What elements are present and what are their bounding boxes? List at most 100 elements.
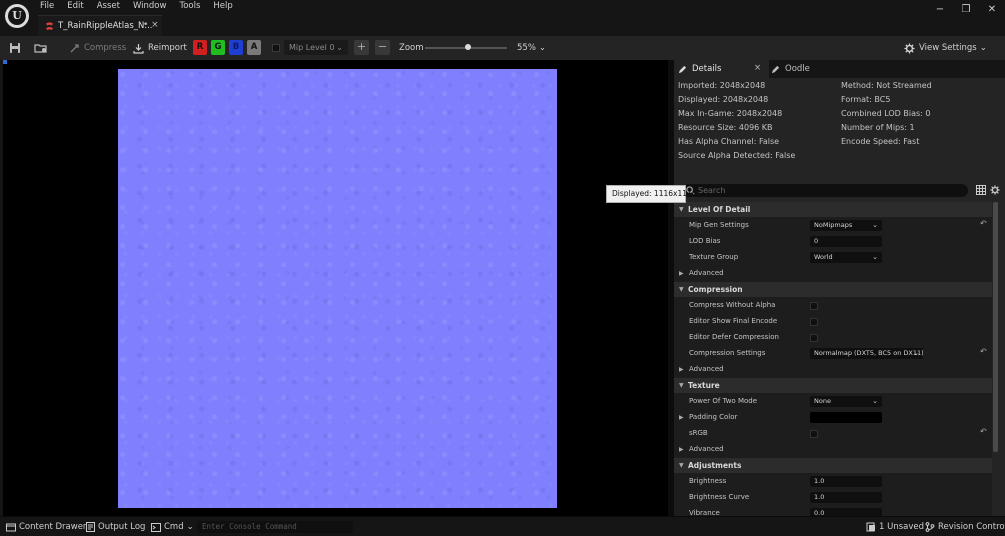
menu-asset[interactable]: Asset: [97, 1, 127, 13]
unsaved-button[interactable]: 1 Unsaved: [866, 517, 924, 536]
tab-details[interactable]: Details ×: [674, 60, 769, 78]
console-command-input[interactable]: Enter Console Command: [197, 521, 353, 533]
brightness-curve-input[interactable]: 1.0: [810, 492, 882, 503]
viewport-focus-marker: [3, 60, 7, 64]
property-lod-bias: LOD Bias 0: [674, 234, 992, 249]
red-channel-toggle[interactable]: R: [193, 40, 207, 55]
texture-group-select[interactable]: World ⌄: [810, 252, 882, 263]
collapse-arrow-icon: ▼: [679, 462, 684, 469]
tab-oodle[interactable]: Oodle: [771, 60, 810, 78]
alpha-channel-toggle[interactable]: A: [247, 40, 261, 55]
green-channel-toggle[interactable]: G: [211, 40, 225, 55]
minimize-button[interactable]: −: [927, 0, 953, 20]
output-log-icon: [86, 522, 95, 532]
menu-help[interactable]: Help: [213, 1, 239, 13]
revision-control-button[interactable]: Revision Control: [925, 517, 1005, 536]
document-tab[interactable]: T_RainRippleAtlas_N... • ×: [38, 15, 162, 36]
compression-settings-select[interactable]: Normalmap (DXT5, BC5 on DX11) ⌄: [810, 348, 923, 359]
property-list: ▼ Level Of Detail Mip Gen Settings NoMip…: [674, 202, 992, 516]
defer-compression-checkbox[interactable]: [810, 334, 818, 342]
srgb-checkbox[interactable]: [810, 430, 818, 438]
property-vibrance: Vibrance 0.0: [674, 506, 992, 516]
info-source-alpha: Source Alpha Detected: False: [678, 151, 796, 160]
table-view-icon[interactable]: [976, 185, 986, 195]
view-settings-button[interactable]: View Settings ⌄: [904, 36, 987, 60]
expand-arrow-icon[interactable]: ▶: [679, 410, 684, 425]
mip-increase-button[interactable]: +: [354, 40, 369, 55]
property-editor-show-final-encode: Editor Show Final Encode: [674, 314, 992, 329]
category-texture[interactable]: ▼ Texture: [674, 378, 992, 393]
zoom-value-dropdown[interactable]: 55% ⌄: [517, 36, 546, 60]
zoom-label: Zoom: [399, 43, 424, 53]
restore-button[interactable]: ❐: [953, 0, 979, 20]
property-brightness: Brightness 1.0: [674, 474, 992, 489]
content-drawer-button[interactable]: Content Drawer: [6, 517, 86, 536]
browse-asset-button[interactable]: [34, 36, 48, 60]
show-final-encode-checkbox[interactable]: [810, 318, 818, 326]
info-has-alpha: Has Alpha Channel: False: [678, 137, 780, 146]
info-max-ingame: Max In-Game: 2048x2048: [678, 109, 783, 118]
compress-without-alpha-checkbox[interactable]: [810, 302, 818, 310]
displayed-size-tooltip: Displayed: 1116x1116: [606, 185, 697, 203]
pencil-icon: [771, 65, 780, 73]
details-panel: Details × Oodle Imported: 2048x2048 Disp…: [674, 60, 1005, 516]
menu-tools[interactable]: Tools: [179, 1, 207, 13]
info-resource-size: Resource Size: 4096 KB: [678, 123, 773, 132]
document-tab-label: T_RainRippleAtlas_N...: [58, 21, 153, 31]
padding-color-swatch[interactable]: [810, 412, 882, 423]
mip-gen-settings-select[interactable]: NoMipmaps ⌄: [810, 220, 882, 231]
reset-to-default-icon[interactable]: ↶: [980, 347, 987, 356]
document-tab-close[interactable]: • ×: [143, 20, 159, 30]
cmd-dropdown[interactable]: Cmd ⌄: [151, 517, 194, 536]
settings-gear-icon[interactable]: [990, 185, 1000, 195]
category-compression[interactable]: ▼ Compression: [674, 282, 992, 297]
tab-details-close[interactable]: ×: [754, 63, 761, 73]
reset-to-default-icon[interactable]: ↶: [980, 219, 987, 228]
details-scrollbar[interactable]: [993, 202, 998, 452]
mip-level-checkbox[interactable]: [272, 44, 280, 52]
reimport-button[interactable]: Reimport: [133, 36, 187, 60]
blue-channel-toggle[interactable]: B: [229, 40, 243, 55]
save-button[interactable]: [9, 36, 21, 60]
compression-advanced-group[interactable]: ▶ Advanced: [674, 362, 992, 377]
brightness-input[interactable]: 1.0: [810, 476, 882, 487]
unreal-logo-icon[interactable]: U: [5, 4, 29, 28]
info-imported: Imported: 2048x2048: [678, 81, 766, 90]
category-adjustments[interactable]: ▼ Adjustments: [674, 458, 992, 473]
collapse-arrow-icon: ▼: [679, 286, 684, 293]
property-compress-without-alpha: Compress Without Alpha: [674, 298, 992, 313]
menu-window[interactable]: Window: [133, 1, 174, 13]
compress-icon: [70, 43, 79, 52]
property-brightness-curve: Brightness Curve 1.0: [674, 490, 992, 505]
mip-decrease-button[interactable]: −: [375, 40, 390, 55]
lod-advanced-group[interactable]: ▶ Advanced: [674, 266, 992, 281]
texture-viewport[interactable]: [3, 60, 668, 516]
expand-arrow-icon: ▶: [679, 366, 684, 373]
zoom-slider-thumb[interactable]: [464, 44, 471, 50]
info-displayed: Displayed: 2048x2048: [678, 95, 769, 104]
panel-tab-bar: Details × Oodle: [674, 60, 1005, 78]
texture-info: Imported: 2048x2048 Displayed: 2048x2048…: [674, 78, 1005, 180]
chevron-down-icon: ⌄: [872, 397, 878, 405]
close-window-button[interactable]: ✕: [979, 0, 1005, 20]
vibrance-input[interactable]: 0.0: [810, 508, 882, 516]
info-encode-speed: Encode Speed: Fast: [841, 137, 920, 146]
collapse-arrow-icon: ▼: [679, 206, 684, 213]
info-lod-bias: Combined LOD Bias: 0: [841, 109, 931, 118]
mip-level-select[interactable]: Mip Level 0 ⌄: [284, 40, 348, 55]
power-of-two-select[interactable]: None ⌄: [810, 396, 882, 407]
browse-folder-icon: [34, 44, 47, 53]
menu-file[interactable]: File: [40, 1, 61, 13]
chevron-down-icon: ⌄: [336, 43, 343, 52]
search-input[interactable]: Search: [682, 184, 968, 197]
category-level-of-detail[interactable]: ▼ Level Of Detail: [674, 202, 992, 217]
output-log-button[interactable]: Output Log: [86, 517, 145, 536]
lod-bias-input[interactable]: 0: [810, 236, 882, 247]
menu-edit[interactable]: Edit: [67, 1, 90, 13]
info-method: Method: Not Streamed: [841, 81, 932, 90]
reset-to-default-icon[interactable]: ↶: [980, 427, 987, 436]
property-padding-color: ▶ Padding Color: [674, 410, 992, 425]
texture-advanced-group[interactable]: ▶ Advanced: [674, 442, 992, 457]
property-srgb: sRGB ↶: [674, 426, 992, 441]
compress-button[interactable]: Compress: [69, 36, 126, 60]
